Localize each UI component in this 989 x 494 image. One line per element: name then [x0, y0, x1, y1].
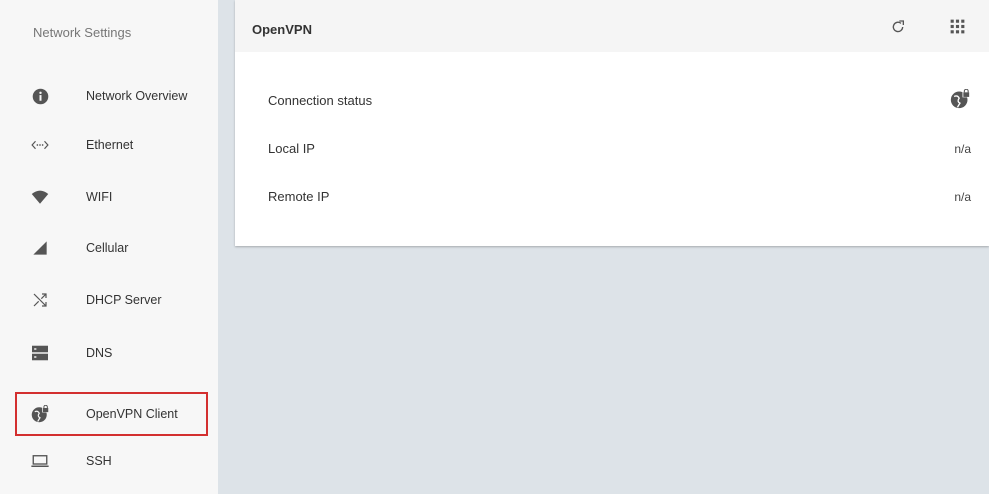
sidebar-item-label: WIFI — [86, 190, 113, 204]
ethernet-icon — [31, 136, 49, 154]
sidebar-item-label: Ethernet — [86, 138, 134, 152]
refresh-icon — [890, 19, 906, 40]
info-icon — [31, 87, 49, 105]
apps-grid-icon — [950, 19, 965, 39]
vpn-lock-icon — [949, 88, 971, 110]
sidebar-item-cellular[interactable]: Cellular — [0, 224, 218, 272]
cellular-signal-icon — [31, 239, 49, 257]
apps-menu-button[interactable] — [946, 18, 968, 40]
sidebar: Network Settings Network Overview Ethern… — [0, 0, 218, 494]
local-ip-value: n/a — [954, 142, 971, 156]
vpn-lock-icon — [31, 405, 49, 423]
sidebar-item-wifi[interactable]: WIFI — [0, 173, 218, 221]
laptop-icon — [31, 452, 49, 470]
remote-ip-label: Remote IP — [268, 189, 330, 204]
connection-status-label: Connection status — [268, 93, 373, 108]
sidebar-item-openvpn-client[interactable]: OpenVPN Client — [15, 392, 208, 436]
local-ip-label: Local IP — [268, 141, 315, 156]
sidebar-title: Network Settings — [33, 25, 132, 40]
shuffle-icon — [31, 291, 49, 309]
sidebar-item-ssh[interactable]: SSH — [0, 437, 218, 485]
refresh-button[interactable] — [887, 18, 909, 40]
sidebar-item-label: OpenVPN Client — [86, 407, 178, 421]
sidebar-item-label: SSH — [86, 454, 112, 468]
sidebar-item-ethernet[interactable]: Ethernet — [0, 121, 218, 169]
remote-ip-value: n/a — [954, 190, 971, 204]
sidebar-item-network-overview[interactable]: Network Overview — [0, 72, 218, 120]
sidebar-item-label: DHCP Server — [86, 293, 162, 307]
sidebar-item-label: Cellular — [86, 241, 129, 255]
sidebar-item-label: DNS — [86, 346, 113, 360]
sidebar-item-dhcp-server[interactable]: DHCP Server — [0, 276, 218, 324]
page-title: OpenVPN — [252, 22, 312, 37]
dns-server-icon — [31, 344, 49, 362]
sidebar-item-dns[interactable]: DNS — [0, 329, 218, 377]
sidebar-item-label: Network Overview — [86, 89, 188, 103]
openvpn-card: OpenVPN Connection status Local IP n/a R… — [235, 0, 989, 246]
wifi-icon — [31, 188, 49, 206]
card-header: OpenVPN — [235, 0, 989, 52]
